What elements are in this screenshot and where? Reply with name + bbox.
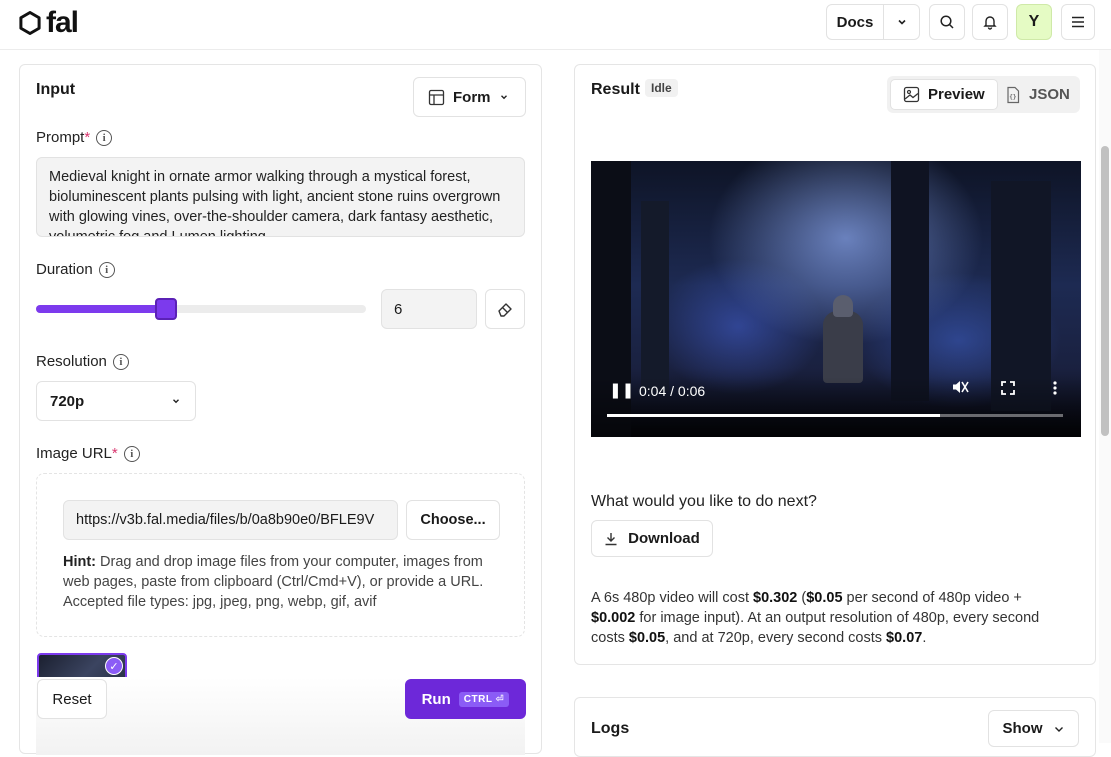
duration-label: Duration i [36,261,115,278]
top-bar: fal Docs Y [0,0,1111,50]
cost-text: A 6s 480p video will cost [591,590,754,606]
download-label: Download [628,530,700,547]
chevron-down-icon [173,399,179,404]
choose-file-button[interactable]: Choose... [406,500,500,540]
prompt-textarea[interactable]: Medieval knight in ornate armor walking … [36,157,525,237]
chevron-down-icon [897,19,906,25]
layout-icon [428,89,445,105]
image-icon [903,86,920,103]
image-url-label-text: Image URL [36,445,112,462]
tab-json-label: JSON [1029,86,1070,103]
info-icon[interactable]: i [112,353,129,370]
show-logs-label: Show [1002,720,1043,737]
form-mode-dropdown[interactable]: Form [413,77,526,117]
form-mode-label: Form [453,88,491,106]
video-player[interactable]: ❚❚ 0:04 / 0:06 [591,161,1081,437]
docs-button[interactable]: Docs [826,4,884,40]
status-badge: Idle [645,79,678,97]
cost-total: $0.302 [753,590,798,606]
cost-image-input: $0.002 [591,610,636,626]
duration-input[interactable]: 6 [381,289,477,329]
resolution-select[interactable]: 720p [36,381,196,421]
mute-icon[interactable] [951,379,969,399]
video-progress-bar[interactable] [607,414,1063,417]
video-progress-fill [607,414,940,417]
duration-slider[interactable] [36,298,366,320]
chevron-down-icon [1054,726,1063,732]
cost-480p: $0.05 [628,630,666,646]
page-scrollbar-thumb[interactable] [1101,146,1109,436]
input-title: Input [36,81,76,98]
svg-text:{}: {} [1009,94,1017,101]
video-controls: ❚❚ 0:04 / 0:06 [591,377,1081,437]
chevron-down-icon [500,95,507,100]
cost-text: per second of 480p video + [842,590,1022,606]
reset-button[interactable]: Reset [37,679,107,719]
duration-slider-thumb[interactable] [155,298,177,320]
video-frame-knight [823,295,863,383]
more-options-icon[interactable] [1053,381,1057,399]
image-url-input[interactable]: https://v3b.fal.media/files/b/0a8b90e0/B… [63,500,398,540]
duration-label-text: Duration [36,261,93,278]
tab-preview[interactable]: Preview [890,79,998,110]
video-time: 0:04 / 0:06 [639,383,706,399]
cost-text: . [922,630,927,646]
next-action-question: What would you like to do next? [591,493,817,510]
tab-preview-label: Preview [928,86,985,103]
run-label: Run [421,690,451,708]
cost-per-second: $0.05 [806,590,843,606]
logs-panel: Logs Show [574,697,1096,757]
logo-text: fal [46,6,79,39]
required-mark: * [84,129,91,146]
menu-button[interactable] [1061,4,1095,40]
resolution-label-text: Resolution [36,353,107,370]
notifications-button[interactable] [972,4,1008,40]
run-shortcut: CTRL ⏎ [458,691,510,707]
cost-text: ( [797,590,807,606]
run-button[interactable]: Run CTRL ⏎ [405,679,526,719]
cost-720p: $0.07 [886,630,923,646]
show-logs-button[interactable]: Show [988,710,1079,747]
cost-text: , and at 720p, every second costs [665,630,887,646]
input-panel: Input Form Prompt* i Medieval knight in … [19,64,542,755]
duration-slider-fill [36,305,166,313]
tab-json[interactable]: {} JSON [993,79,1082,110]
resolution-value: 720p [50,392,85,410]
hamburger-icon [1072,16,1084,28]
fal-logo[interactable]: fal [18,6,79,39]
video-frame-detail [891,161,929,401]
view-toggle: Preview {} JSON [887,76,1080,113]
reset-duration-button[interactable] [485,289,525,329]
prompt-label-text: Prompt [36,129,85,146]
prompt-label: Prompt* i [36,129,113,146]
search-button[interactable] [929,4,965,40]
logs-title: Logs [591,720,630,737]
docs-dropdown-button[interactable] [883,4,920,40]
download-icon [605,532,617,545]
info-icon[interactable]: i [98,261,115,278]
image-url-label: Image URL* i [36,445,140,462]
dropzone-hint: Hint: Drag and drop image files from you… [63,552,503,612]
result-panel: Result Idle Preview {} JSON ❚❚ 0:04 / 0:… [574,64,1096,665]
user-avatar[interactable]: Y [1016,4,1052,40]
resolution-label: Resolution i [36,353,129,370]
result-title: Result [591,81,640,98]
download-button[interactable]: Download [591,520,713,557]
video-frame-detail [641,201,669,391]
pause-icon[interactable]: ❚❚ [609,383,634,399]
fal-logo-icon [19,11,41,35]
json-file-icon: {} [1007,86,1020,103]
hint-bold: Hint: [63,554,97,570]
bell-icon [983,16,997,30]
cost-description: A 6s 480p video will cost $0.302 ($0.05 … [591,588,1066,648]
info-icon[interactable]: i [96,129,113,146]
info-icon[interactable]: i [123,445,140,462]
required-mark: * [111,445,118,462]
image-dropzone[interactable]: https://v3b.fal.media/files/b/0a8b90e0/B… [36,473,525,637]
fullscreen-icon[interactable] [1001,381,1015,399]
check-icon: ✓ [105,657,123,675]
eraser-icon [498,303,512,317]
search-icon [940,15,954,29]
hint-text: Drag and drop image files from your comp… [63,554,484,610]
